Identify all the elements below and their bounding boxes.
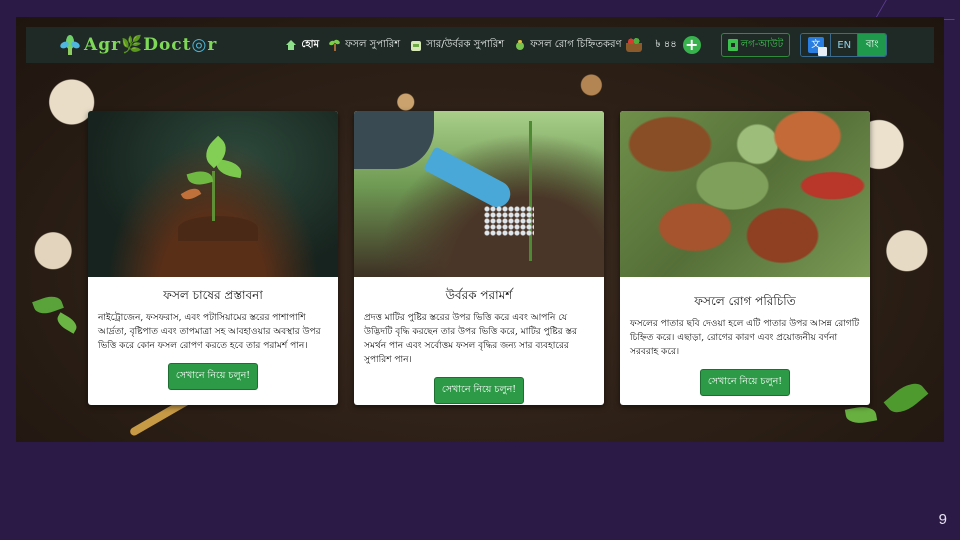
nav-item-label: ফসল সুপারিশ — [345, 38, 401, 50]
brand-logo[interactable]: Agr🌿Doct◎r — [59, 35, 218, 55]
diseased-leaves-image — [620, 111, 870, 277]
fertilizer-image — [354, 111, 604, 277]
feature-cards: ফসল চাষের প্রস্তাবনা নাইট্রোজেন, ফসফরাস,… — [88, 111, 870, 405]
translate-icon: 文 — [807, 37, 827, 56]
brand-name: Agr🌿Doct◎r — [84, 35, 218, 55]
seedling-image — [88, 111, 338, 277]
nav-item-fertilizer-recommendation[interactable]: সার/উর্বরক সুপারিশ — [410, 37, 504, 54]
plant-disease-icon — [514, 39, 526, 51]
leaf-decoration — [883, 376, 929, 420]
translate-button[interactable]: 文 — [801, 34, 832, 56]
feature-card: ফসলে রোগ পরিচিতি ফসলের পাতার ছবি দেওয়া … — [620, 111, 870, 405]
card-description: প্রদত্ত মাটির পুষ্টির স্তরের উপর ভিত্তি … — [364, 313, 577, 365]
logout-icon — [727, 39, 738, 51]
language-switcher: 文 EN বাং — [800, 33, 888, 57]
card-description: ফসলের পাতার ছবি দেওয়া হলে এটি পাতার উপর… — [630, 319, 860, 357]
card-title: ফসলে রোগ পরিচিতি — [694, 294, 796, 308]
logout-button[interactable]: লগ-আউট — [720, 33, 791, 57]
nav-item-crop-recommendation[interactable]: ফসল সুপারিশ — [329, 37, 400, 54]
nav-item-disease-detection[interactable]: ফসল রোগ চিহ্নিতকরণ — [514, 37, 642, 54]
card-action-button[interactable]: সেখানে নিয়ে চলুন! — [167, 363, 259, 390]
home-icon — [285, 39, 297, 51]
app-screenshot: Agr🌿Doct◎r হোম ফসল সুপারিশ সার/উর্বরক সু… — [16, 17, 944, 442]
plant-logo-icon — [59, 35, 81, 55]
sprout-icon — [329, 40, 341, 51]
language-bn-button[interactable]: বাং — [858, 34, 887, 56]
feature-card: ফসল চাষের প্রস্তাবনা নাইট্রোজেন, ফসফরাস,… — [88, 111, 338, 405]
nav-item-label: সার/উর্বরক সুপারিশ — [426, 38, 505, 50]
basket-icon — [625, 38, 642, 52]
card-title: উর্বরক পরামর্শ — [445, 288, 513, 302]
card-action-button[interactable]: সেখানে নিয়ে চলুন! — [699, 369, 791, 396]
leaf-decoration — [54, 312, 80, 334]
nav-item-home[interactable]: হোম — [285, 37, 319, 54]
card-description: নাইট্রোজেন, ফসফরাস, এবং পটাসিয়ামের স্তর… — [98, 313, 321, 351]
slide-number: 9 — [938, 511, 947, 528]
add-balance-button[interactable]: + — [682, 36, 701, 54]
card-title: ফসল চাষের প্রস্তাবনা — [163, 288, 263, 302]
nav-item-label: হোম — [301, 38, 320, 50]
feature-card: উর্বরক পরামর্শ প্রদত্ত মাটির পুষ্টির স্ত… — [354, 111, 604, 405]
language-en-button[interactable]: EN — [831, 34, 859, 56]
wallet-balance: ৳ ৪৪ — [655, 38, 677, 50]
fertilizer-bag-icon — [410, 40, 422, 51]
card-action-button[interactable]: সেখানে নিয়ে চলুন! — [433, 377, 525, 404]
logout-label: লগ-আউট — [740, 38, 784, 50]
leaf-decoration — [844, 404, 878, 426]
navbar: Agr🌿Doct◎r হোম ফসল সুপারিশ সার/উর্বরক সু… — [26, 27, 934, 63]
nav-links: হোম ফসল সুপারিশ সার/উর্বরক সুপারিশ ফসল র… — [285, 37, 642, 54]
nav-item-label: ফসল রোগ চিহ্নিতকরণ — [530, 38, 622, 50]
